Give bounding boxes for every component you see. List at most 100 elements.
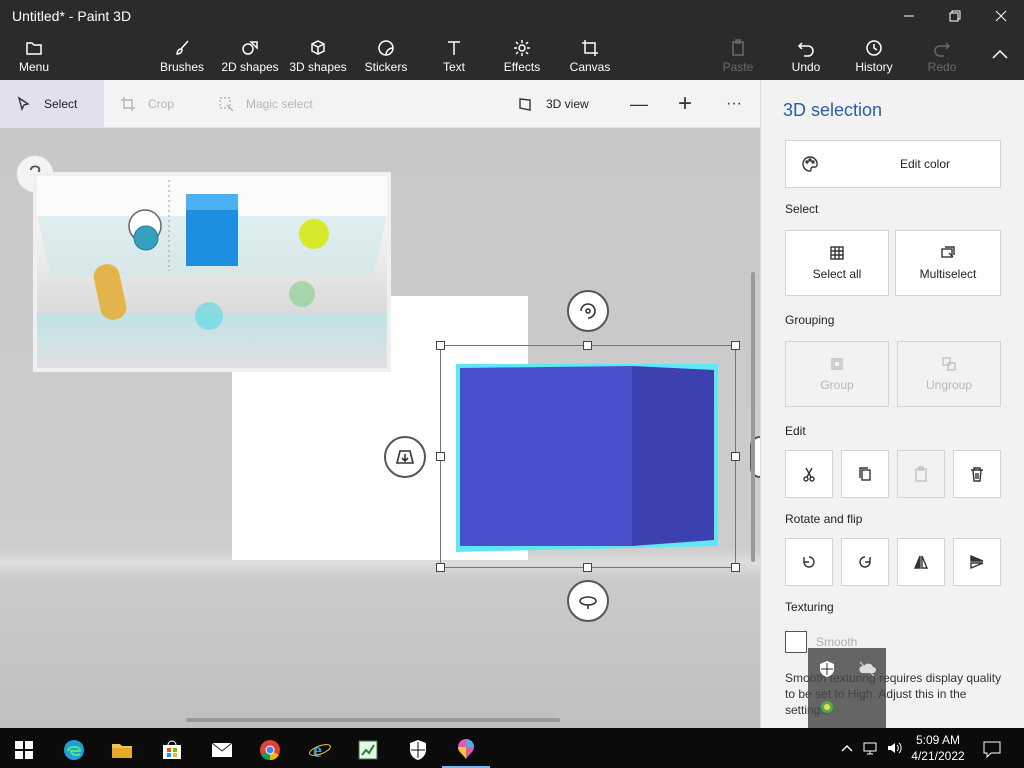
- depth-control[interactable]: [384, 436, 426, 478]
- internet-explorer-button[interactable]: e: [296, 732, 344, 768]
- palette-icon: [802, 156, 818, 172]
- flip-horizontal-button[interactable]: [897, 538, 945, 586]
- resize-handle-sw[interactable]: [436, 563, 445, 572]
- resize-handle-e[interactable]: [731, 452, 740, 461]
- resize-handle-se[interactable]: [731, 563, 740, 572]
- 2d-shapes-icon: [242, 40, 258, 55]
- undo-button[interactable]: Undo: [782, 32, 830, 80]
- resize-handle-nw[interactable]: [436, 341, 445, 350]
- more-icon: ···: [726, 95, 742, 112]
- select-all-icon: [830, 246, 844, 260]
- magic-select-tool[interactable]: Magic select: [218, 80, 313, 128]
- brushes-tab[interactable]: Brushes: [158, 32, 206, 80]
- paste-button[interactable]: Paste: [714, 32, 762, 80]
- more-options-button[interactable]: ···: [726, 80, 742, 128]
- crop-tool[interactable]: Crop: [120, 80, 174, 128]
- select-tool[interactable]: Select: [0, 80, 104, 128]
- grouping-section-label: Grouping: [785, 313, 835, 327]
- store-button[interactable]: [148, 732, 196, 768]
- network-icon[interactable]: [862, 740, 880, 756]
- close-button[interactable]: [978, 0, 1024, 32]
- group-button[interactable]: Group: [785, 341, 889, 407]
- edit-color-button[interactable]: Edit color: [785, 140, 1001, 188]
- effects-tab[interactable]: Effects: [498, 32, 546, 80]
- paste-icon: [732, 38, 744, 56]
- resize-handle-s[interactable]: [583, 563, 592, 572]
- delete-button[interactable]: [953, 450, 1001, 498]
- text-tab[interactable]: Text: [430, 32, 478, 80]
- copy-button[interactable]: [841, 450, 889, 498]
- smooth-checkbox[interactable]: [785, 631, 807, 653]
- effects-label: Effects: [503, 59, 541, 74]
- collapse-ribbon-button[interactable]: [980, 32, 1020, 80]
- defender-shield-icon[interactable]: [818, 660, 836, 678]
- horizontal-scrollbar[interactable]: [186, 718, 560, 722]
- history-button[interactable]: History: [850, 32, 898, 80]
- redo-button[interactable]: Redo: [918, 32, 966, 80]
- svg-text:e: e: [313, 740, 322, 762]
- start-button[interactable]: [0, 732, 48, 768]
- title-bar: Untitled* - Paint 3D: [0, 0, 1024, 32]
- rotate-x-icon: [580, 303, 596, 319]
- restore-icon: [949, 10, 961, 22]
- minimize-button[interactable]: [886, 0, 932, 32]
- chevron-up-icon[interactable]: [838, 740, 856, 756]
- sticker-icon: [378, 39, 394, 56]
- menu-label: Menu: [18, 59, 50, 74]
- scissors-icon: [803, 467, 815, 482]
- canvas-label: Canvas: [569, 59, 611, 74]
- group-label: Group: [820, 378, 854, 392]
- zoom-in-button[interactable]: +: [678, 80, 692, 128]
- select-section-label: Select: [785, 202, 819, 216]
- rotate-x-control[interactable]: [567, 290, 609, 332]
- rotate-z-control[interactable]: [567, 580, 609, 622]
- rotate-z-icon: [579, 596, 597, 609]
- 2d-shapes-tab[interactable]: 2D shapes: [220, 32, 280, 80]
- clock[interactable]: 5:09 AM 4/21/2022: [908, 732, 968, 764]
- paint-3d-taskbar-button[interactable]: [442, 732, 490, 768]
- volume-icon[interactable]: [886, 740, 904, 756]
- 3d-shapes-tab[interactable]: 3D shapes: [288, 32, 348, 80]
- chevron-up-icon: [992, 49, 1008, 59]
- tray-overflow-popup: [808, 648, 886, 728]
- vertical-scrollbar[interactable]: [751, 272, 755, 562]
- resize-handle-n[interactable]: [583, 341, 592, 350]
- history-icon: [866, 39, 882, 56]
- edge-taskbar-button[interactable]: [50, 732, 98, 768]
- paste-panel-button[interactable]: [897, 450, 945, 498]
- rotate-right-button[interactable]: [841, 538, 889, 586]
- stickers-tab[interactable]: Stickers: [362, 32, 410, 80]
- zoom-in-icon: +: [678, 90, 693, 117]
- ungroup-button[interactable]: Ungroup: [897, 341, 1001, 407]
- folder-icon: [112, 744, 132, 758]
- maximize-button[interactable]: [932, 0, 978, 32]
- 3d-selection-panel: 3D selection Edit color Select Select al…: [760, 80, 1024, 728]
- cursor-icon: [17, 96, 30, 111]
- cut-button[interactable]: [785, 450, 833, 498]
- security-button[interactable]: [394, 732, 442, 768]
- canvas-workspace[interactable]: ?: [0, 128, 760, 728]
- mail-button[interactable]: [198, 732, 246, 768]
- paste-icon: [915, 466, 927, 482]
- resize-handle-w[interactable]: [436, 452, 445, 461]
- zoom-out-button[interactable]: —: [630, 80, 648, 128]
- file-explorer-button[interactable]: [98, 732, 146, 768]
- app-tray-icon[interactable]: [818, 698, 836, 716]
- notifications-icon[interactable]: [982, 740, 1002, 758]
- menu-button[interactable]: Menu: [10, 32, 58, 80]
- rotate-left-icon: [803, 556, 815, 568]
- select-all-button[interactable]: Select all: [785, 230, 889, 296]
- flip-vertical-button[interactable]: [953, 538, 1001, 586]
- resize-handle-ne[interactable]: [731, 341, 740, 350]
- spreadsheet-button[interactable]: [344, 732, 392, 768]
- 3d-view-toggle[interactable]: 3D view: [518, 80, 589, 128]
- panel-title: 3D selection: [783, 100, 883, 120]
- edge-icon: [64, 740, 84, 760]
- multiselect-button[interactable]: Multiselect: [895, 230, 1001, 296]
- rotate-left-button[interactable]: [785, 538, 833, 586]
- effects-icon: [514, 39, 530, 56]
- onedrive-off-icon[interactable]: [858, 660, 876, 678]
- selection-bounds[interactable]: [440, 345, 736, 568]
- chrome-button[interactable]: [246, 732, 294, 768]
- canvas-tab[interactable]: Canvas: [566, 32, 614, 80]
